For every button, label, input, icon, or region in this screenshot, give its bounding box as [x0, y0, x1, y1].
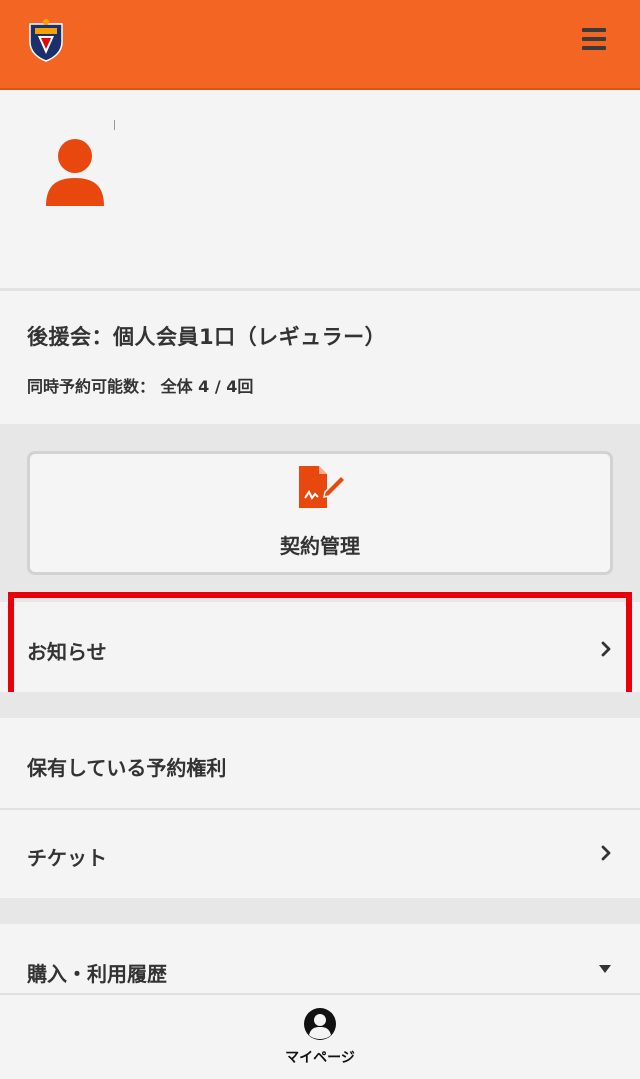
contract-edit-icon [299, 466, 347, 508]
reservation-rights-header: 保有している予約権利 [0, 718, 640, 808]
reservation-count: 同時予約可能数： 全体 4 / 4回 [27, 377, 254, 396]
membership-info: 後援会：個人会員1口（レギュラー） 同時予約可能数： 全体 4 / 4回 [0, 291, 640, 424]
club-crest-icon[interactable] [26, 18, 66, 62]
profile-name-placeholder [114, 120, 115, 130]
history-label: 購入・利用履歴 [27, 962, 167, 986]
hamburger-menu-icon[interactable] [582, 28, 610, 52]
chevron-right-icon [601, 641, 611, 657]
section-gap [0, 898, 640, 924]
menu-item-history[interactable]: 購入・利用履歴 [0, 924, 640, 994]
menu-item-news[interactable]: お知らせ [0, 602, 640, 692]
ticket-label: チケット [27, 846, 107, 870]
account-circle-icon [304, 1008, 336, 1040]
contract-management-label: 契約管理 [280, 534, 360, 558]
app-header [0, 0, 640, 90]
rights-label: 保有している予約権利 [27, 756, 227, 780]
user-avatar-icon [46, 139, 104, 206]
contract-management-button[interactable]: 契約管理 [27, 451, 613, 575]
chevron-right-icon [601, 845, 611, 861]
profile-section [0, 92, 640, 288]
mypage-tab[interactable]: マイページ [270, 1005, 370, 1071]
contract-section: 契約管理 [0, 424, 640, 602]
news-label: お知らせ [27, 640, 107, 664]
menu-item-ticket[interactable]: チケット [0, 810, 640, 898]
membership-type: 後援会：個人会員1口（レギュラー） [27, 325, 387, 349]
section-gap [0, 692, 640, 718]
caret-down-icon [599, 965, 611, 973]
mypage-label: マイページ [285, 1050, 355, 1066]
bottom-nav: マイページ [0, 993, 640, 1079]
